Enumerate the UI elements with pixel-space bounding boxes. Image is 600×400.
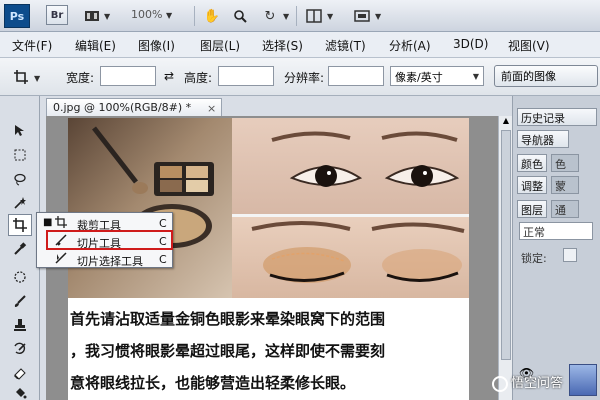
- menu-select[interactable]: 选择(S): [262, 37, 303, 54]
- resolution-unit-select[interactable]: 像素/英寸 ▼: [390, 66, 484, 86]
- flyout-item-slice[interactable]: 切片工具 C: [37, 233, 172, 251]
- chevron-down-icon[interactable]: ▼: [283, 12, 289, 21]
- crop-icon: [55, 216, 67, 231]
- menu-edit[interactable]: 编辑(E): [75, 37, 116, 54]
- tab-swatches[interactable]: 色: [551, 154, 579, 172]
- tab-history[interactable]: 历史记录: [517, 108, 597, 126]
- clone-stamp-tool-icon[interactable]: [8, 314, 32, 336]
- options-bar: ▼ 宽度: ⇄ 高度: 分辨率: 像素/英寸 ▼ 前面的图像: [0, 58, 600, 96]
- shortcut-key: C: [159, 253, 167, 266]
- flyout-item-slice-select[interactable]: 切片选择工具 C: [37, 251, 172, 269]
- paint-bucket-tool-icon[interactable]: [8, 382, 32, 400]
- tab-navigator[interactable]: 导航器: [517, 130, 569, 148]
- height-label: 高度:: [184, 71, 213, 85]
- watermark-text: 悟空问答: [511, 376, 564, 391]
- slice-select-icon: [55, 252, 67, 267]
- shortcut-key: C: [159, 235, 167, 248]
- arrange-documents-icon[interactable]: [304, 6, 324, 26]
- tab-color[interactable]: 颜色: [517, 154, 547, 172]
- chevron-down-icon[interactable]: ▼: [327, 12, 333, 21]
- chevron-down-icon[interactable]: ▼: [104, 12, 110, 21]
- blend-mode-select[interactable]: 正常: [519, 222, 593, 240]
- tab-channels[interactable]: 通: [551, 200, 579, 218]
- magic-wand-tool-icon[interactable]: [8, 192, 32, 214]
- width-label: 宽度:: [66, 71, 95, 85]
- menu-3d[interactable]: 3D(D): [453, 37, 488, 51]
- document-title: 0.jpg @ 100%(RGB/8#) *: [53, 101, 192, 114]
- move-tool-icon[interactable]: [8, 120, 32, 142]
- menu-file[interactable]: 文件(F): [12, 37, 52, 54]
- crop-icon[interactable]: [10, 67, 32, 87]
- eyeshadow-photo: [68, 118, 232, 298]
- text-line-2: ，我习惯将眼影晕超过眼尾，这样即使不需要刻: [70, 342, 386, 360]
- resolution-label: 分辨率:: [284, 71, 325, 85]
- flyout-item-crop[interactable]: ■ 裁剪工具 C: [37, 215, 172, 233]
- flyout-label: 切片选择工具: [77, 255, 143, 268]
- chat-bubble-icon: [492, 375, 508, 392]
- screen-mode-icon[interactable]: [352, 6, 372, 26]
- crop-tool-flyout-menu: ■ 裁剪工具 C 切片工具 C 切片选择工具 C: [36, 212, 173, 268]
- zoom-tool-icon[interactable]: [230, 6, 250, 26]
- chevron-down-icon[interactable]: ▼: [34, 74, 40, 83]
- film-strip-icon[interactable]: [82, 6, 102, 26]
- text-line-1: 首先请沾取适量金铜色眼影来晕染眼窝下的范围: [70, 310, 386, 328]
- menu-image[interactable]: 图像(I): [138, 37, 175, 54]
- width-input[interactable]: [100, 66, 156, 86]
- swap-icon[interactable]: ⇄: [164, 69, 174, 83]
- tab-layers[interactable]: 图层: [517, 200, 547, 218]
- eyes-photo-after: [232, 217, 469, 298]
- selected-bullet-icon: ■: [43, 217, 53, 228]
- healing-brush-tool-icon[interactable]: [8, 266, 32, 288]
- zoom-level-select[interactable]: 100% ▼: [131, 8, 172, 21]
- lasso-tool-icon[interactable]: [8, 168, 32, 190]
- tab-masks[interactable]: 蒙: [551, 176, 579, 194]
- close-icon[interactable]: ×: [207, 102, 216, 115]
- menu-view[interactable]: 视图(V): [508, 37, 550, 54]
- eyedropper-tool-icon[interactable]: [8, 238, 32, 260]
- scroll-up-icon[interactable]: ▲: [501, 116, 511, 128]
- flyout-label: 裁剪工具: [77, 219, 121, 232]
- article-text-block: 首先请沾取适量金铜色眼影来晕染眼窝下的范围 ，我习惯将眼影晕超过眼尾，这样即使不…: [68, 298, 469, 400]
- front-image-button[interactable]: 前面的图像: [494, 65, 598, 87]
- right-panel-dock: 历史记录 导航器 颜色 色 调整 蒙 图层 通 正常 锁定: 👁: [512, 96, 600, 400]
- document-tab[interactable]: 0.jpg @ 100%(RGB/8#) * ×: [46, 98, 222, 116]
- history-brush-tool-icon[interactable]: [8, 338, 32, 360]
- text-line-3: 意将眼线拉长，也能够营造出轻柔修长眼。: [70, 374, 356, 392]
- height-input[interactable]: [218, 66, 274, 86]
- separator: [194, 6, 195, 26]
- lock-transparency-icon[interactable]: [563, 248, 577, 262]
- watermark: 悟空问答: [492, 372, 596, 394]
- menu-analysis[interactable]: 分析(A): [389, 37, 431, 54]
- scrollbar-thumb[interactable]: [501, 130, 511, 360]
- separator: [296, 6, 297, 26]
- menu-layer[interactable]: 图层(L): [200, 37, 240, 54]
- eraser-tool-icon[interactable]: [8, 362, 32, 384]
- shortcut-key: C: [159, 217, 167, 230]
- vertical-scrollbar[interactable]: ▲: [498, 116, 512, 400]
- flyout-label: 切片工具: [77, 237, 121, 250]
- marquee-tool-icon[interactable]: [8, 144, 32, 166]
- rotate-view-icon[interactable]: ↻: [260, 6, 280, 26]
- hand-tool-icon[interactable]: ✋: [202, 6, 222, 26]
- photoshop-logo: Ps: [4, 4, 30, 28]
- lock-label: 锁定:: [521, 252, 547, 265]
- tab-adjustments[interactable]: 调整: [517, 176, 547, 194]
- resolution-input[interactable]: [328, 66, 384, 86]
- menu-filter[interactable]: 滤镜(T): [325, 37, 366, 54]
- bridge-button[interactable]: Br: [46, 5, 68, 25]
- brush-tool-icon[interactable]: [8, 290, 32, 312]
- eyes-photo-before: [232, 118, 469, 214]
- application-bar: Ps Br ▼ 100% ▼ ✋ ↻ ▼ ▼ ▼: [0, 0, 600, 32]
- chevron-down-icon[interactable]: ▼: [375, 12, 381, 21]
- slice-icon: [55, 234, 67, 249]
- menu-bar: 文件(F) 编辑(E) 图像(I) 图层(L) 选择(S) 滤镜(T) 分析(A…: [0, 32, 600, 58]
- tools-panel: [0, 96, 40, 400]
- crop-tool-icon[interactable]: [8, 214, 32, 236]
